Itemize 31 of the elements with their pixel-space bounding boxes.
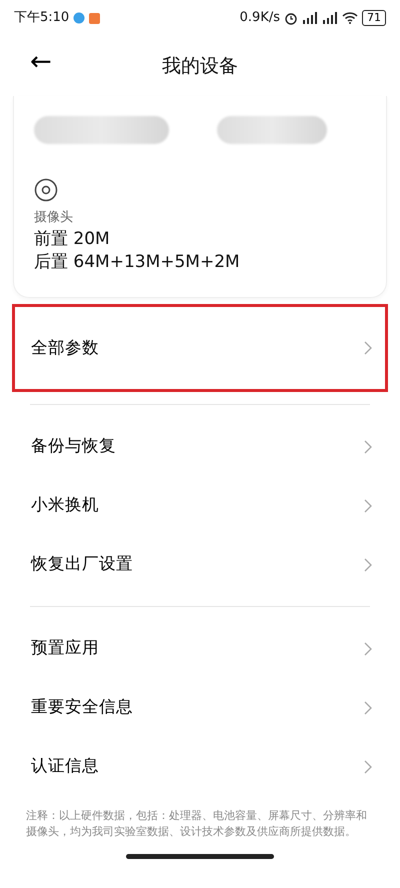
app-icon — [89, 12, 100, 24]
settings-item[interactable]: 认证信息 — [0, 737, 400, 796]
camera-icon — [34, 178, 58, 202]
settings-item[interactable]: 重要安全信息 — [0, 678, 400, 737]
wifi-icon — [342, 12, 358, 24]
chevron-icon — [364, 760, 372, 774]
network-speed: 0.9K/s — [240, 9, 280, 28]
chevron-icon — [364, 642, 372, 656]
chevron-icon — [364, 498, 372, 512]
status-time: 下午5:10 — [14, 9, 70, 28]
chevron-icon — [364, 700, 372, 714]
alarm-icon — [284, 11, 298, 25]
back-button[interactable]: ← — [22, 46, 60, 80]
signal-icon — [302, 12, 318, 24]
settings-item[interactable]: 全部参数 — [12, 304, 388, 392]
settings-item[interactable]: 小米换机 — [0, 476, 400, 535]
camera-spec: 后置 64M+13M+5M+2M — [34, 251, 241, 274]
page-title: 我的设备 — [162, 54, 238, 79]
bubble-icon — [73, 12, 86, 24]
settings-item[interactable]: 预置应用 — [0, 619, 400, 678]
camera-spec: 前置 20M — [34, 228, 111, 250]
camera-label: 摄像头 — [34, 209, 74, 227]
settings-item[interactable]: 备份与恢复 — [0, 417, 400, 476]
footnote: 注释：以上硬件数据，包括：处理器、电池容量、屏幕尺寸、分辨率和摄像头，均为我司实验室数据、设计技术参数及供应商所提供数据。 — [25, 808, 368, 840]
chevron-icon — [364, 440, 372, 454]
chevron-icon — [364, 341, 372, 355]
home-indicator[interactable] — [126, 854, 274, 860]
battery-indicator: 71 — [362, 10, 386, 26]
chevron-icon — [364, 558, 372, 572]
settings-item[interactable]: 恢复出厂设置 — [0, 535, 400, 594]
signal-icon — [322, 12, 338, 24]
